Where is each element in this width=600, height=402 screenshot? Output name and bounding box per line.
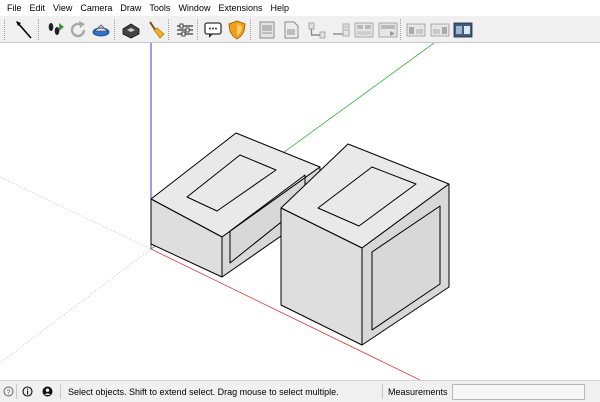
export-button[interactable]	[352, 18, 375, 41]
scene-previous-icon	[406, 23, 425, 36]
user-account-button[interactable]	[42, 386, 53, 397]
scene-dark-button[interactable]	[451, 18, 474, 41]
user-icon	[42, 386, 53, 397]
toolbar-grip[interactable]	[38, 19, 41, 40]
layout-scrapbook-button[interactable]	[255, 18, 278, 41]
scene-dark-icon	[453, 22, 472, 37]
speech-bubble-icon	[203, 21, 222, 38]
select-tool-button[interactable]	[12, 18, 35, 41]
svg-text:?: ?	[7, 390, 11, 397]
export-icon	[378, 22, 397, 37]
sandbox-button[interactable]	[144, 18, 167, 41]
style-builder-button[interactable]	[329, 18, 352, 41]
sliders-icon	[176, 23, 193, 36]
toolbar-grip[interactable]	[400, 19, 403, 40]
credits-button[interactable]	[22, 386, 33, 397]
warehouse-icon	[92, 23, 109, 36]
menu-file[interactable]: File	[3, 0, 26, 16]
layout-scrapbook-icon	[259, 21, 274, 38]
modeling-viewport[interactable]	[0, 43, 600, 380]
style-builder-icon	[332, 23, 349, 36]
menu-window[interactable]: Window	[174, 0, 214, 16]
measurements-label: Measurements	[388, 387, 448, 397]
chat-button[interactable]	[201, 18, 224, 41]
send-to-layout-button[interactable]	[305, 18, 328, 41]
reload-button[interactable]	[66, 18, 89, 41]
menu-tools[interactable]: Tools	[145, 0, 174, 16]
status-hint-text: Select objects. Shift to extend select. …	[68, 387, 339, 397]
toolbar-grip[interactable]	[114, 19, 117, 40]
menu-view[interactable]: View	[49, 0, 76, 16]
scene-previous-button[interactable]	[404, 18, 427, 41]
toolbar-grip[interactable]	[4, 19, 7, 40]
status-separator	[60, 384, 61, 399]
status-separator	[382, 384, 383, 399]
layout-document-icon	[284, 21, 298, 38]
status-bar: ? Select objects. Shift to extend select…	[0, 380, 600, 402]
menu-camera[interactable]: Camera	[76, 0, 116, 16]
toolbar-grip[interactable]	[168, 19, 171, 40]
3d-warehouse-button[interactable]	[89, 18, 112, 41]
layout-document-button[interactable]	[279, 18, 302, 41]
menu-extensions[interactable]: Extensions	[214, 0, 266, 16]
send-to-layout-icon	[308, 22, 325, 38]
status-separator	[16, 384, 17, 399]
info-icon	[22, 386, 33, 397]
settings-button[interactable]	[173, 18, 196, 41]
scene-next-icon	[430, 23, 449, 36]
extension-warehouse-button[interactable]	[119, 18, 142, 41]
import-button[interactable]	[376, 18, 399, 41]
scene-next-button[interactable]	[428, 18, 451, 41]
toolbar-grip[interactable]	[250, 19, 253, 40]
red-axis-hidden	[0, 176, 152, 250]
menu-draw[interactable]: Draw	[116, 0, 145, 16]
reload-icon	[70, 20, 85, 37]
sandbox-brush-icon	[148, 20, 165, 39]
green-axis-hidden	[0, 248, 152, 364]
geo-location-icon: ?	[3, 386, 14, 397]
footprints-icon	[48, 22, 64, 35]
extension-warehouse-icon	[122, 23, 139, 38]
walk-tool-button[interactable]	[43, 18, 66, 41]
geo-location-button[interactable]: ?	[3, 386, 14, 397]
viewport-canvas	[0, 43, 450, 380]
menu-bar: File Edit View Camera Draw Tools Window …	[0, 0, 600, 16]
measurements-input[interactable]	[452, 384, 585, 400]
export-icon	[354, 22, 373, 37]
menu-edit[interactable]: Edit	[26, 0, 50, 16]
security-button[interactable]	[225, 18, 248, 41]
toolbar	[0, 16, 600, 43]
select-arrow-icon	[15, 20, 32, 39]
menu-help[interactable]: Help	[266, 0, 293, 16]
shield-icon	[227, 19, 246, 40]
toolbar-grip[interactable]	[197, 19, 200, 40]
